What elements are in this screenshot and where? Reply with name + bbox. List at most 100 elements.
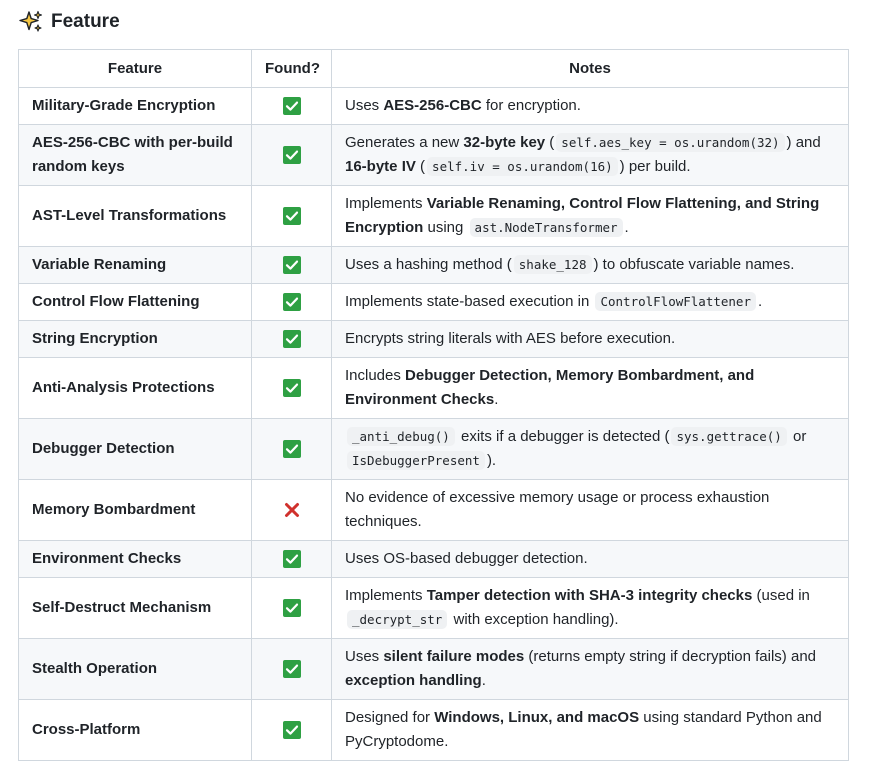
found-cell xyxy=(251,283,332,321)
notes-bold: 32-byte key xyxy=(463,134,546,151)
notes-text: Designed for xyxy=(345,709,435,726)
notes-cell: Generates a new 32-byte key (self.aes_ke… xyxy=(331,124,849,186)
table-body: Military-Grade Encryption Uses AES-256-CB… xyxy=(18,87,849,761)
notes-code: sys.gettrace() xyxy=(671,427,787,446)
check-mark-icon xyxy=(282,256,301,275)
found-cell xyxy=(251,479,332,541)
found-cell xyxy=(251,124,332,186)
feature-cell: Self-Destruct Mechanism xyxy=(18,577,252,639)
found-cell xyxy=(251,540,332,578)
feature-cell: Memory Bombardment xyxy=(18,479,252,541)
notes-text: (returns empty string if decryption fail… xyxy=(524,648,817,665)
notes-text: ). xyxy=(486,452,497,469)
notes-cell: Implements Variable Renaming, Control Fl… xyxy=(331,185,849,247)
notes-text: No evidence of excessive memory usage or… xyxy=(345,489,770,530)
notes-text: Encrypts string literals with AES before… xyxy=(345,330,676,347)
notes-cell: Encrypts string literals with AES before… xyxy=(331,320,849,358)
notes-bold: 16-byte IV xyxy=(345,158,416,175)
notes-code: ast.NodeTransformer xyxy=(469,218,623,237)
notes-code: ControlFlowFlattener xyxy=(595,292,756,311)
cross-mark-icon xyxy=(283,501,301,519)
notes-cell: Uses a hashing method (shake_128) to obf… xyxy=(331,246,849,284)
feature-cell: AES-256-CBC with per-build random keys xyxy=(18,124,252,186)
found-cell xyxy=(251,246,332,284)
table-row: Variable Renaming Uses a hashing method (… xyxy=(18,246,849,284)
found-cell xyxy=(251,638,332,700)
table-row: Environment Checks Uses OS-based debugger… xyxy=(18,540,849,578)
feature-cell: Control Flow Flattening xyxy=(18,283,252,321)
notes-text: ) to obfuscate variable names. xyxy=(593,256,795,273)
notes-text: using xyxy=(423,219,468,236)
feature-cell: String Encryption xyxy=(18,320,252,358)
notes-text: or xyxy=(788,428,807,445)
feature-table: Feature Found? Notes Military-Grade Encr… xyxy=(18,49,849,761)
check-mark-icon xyxy=(282,293,301,312)
notes-bold: exception handling xyxy=(345,672,482,689)
check-mark-icon xyxy=(282,97,301,116)
notes-text: Generates a new xyxy=(345,134,464,151)
notes-bold: Debugger Detection, Memory Bombardment, … xyxy=(345,367,755,408)
table-header-row: Feature Found? Notes xyxy=(18,49,849,88)
check-mark-icon xyxy=(282,660,301,679)
notes-text: Implements xyxy=(345,195,427,212)
notes-bold: Tamper detection with SHA-3 integrity ch… xyxy=(426,587,753,604)
notes-text: ) per build. xyxy=(619,158,691,175)
notes-bold: Windows, Linux, and macOS xyxy=(434,709,640,726)
table-row: Debugger Detection _anti_debug() exits if… xyxy=(18,418,849,480)
notes-text: Implements xyxy=(345,587,427,604)
notes-cell: Implements Tamper detection with SHA-3 i… xyxy=(331,577,849,639)
column-header-notes: Notes xyxy=(331,49,849,88)
found-cell xyxy=(251,418,332,480)
notes-bold: AES-256-CBC xyxy=(383,97,482,114)
feature-cell: Environment Checks xyxy=(18,540,252,578)
feature-cell: Variable Renaming xyxy=(18,246,252,284)
notes-text: Uses a hashing method ( xyxy=(345,256,512,273)
heading-title: Feature xyxy=(51,11,120,32)
notes-code: self.iv = os.urandom(16) xyxy=(427,157,618,176)
notes-text: . xyxy=(624,219,629,236)
table-row: Cross-Platform Designed for Windows, Linu… xyxy=(18,699,849,761)
notes-text: . xyxy=(494,391,499,408)
table-row: Control Flow Flattening Implements state-… xyxy=(18,283,849,321)
notes-code: _anti_debug() xyxy=(347,427,455,446)
found-cell xyxy=(251,699,332,761)
check-mark-icon xyxy=(282,440,301,459)
notes-cell: No evidence of excessive memory usage or… xyxy=(331,479,849,541)
notes-text: Uses xyxy=(345,648,384,665)
notes-cell: _anti_debug() exits if a debugger is det… xyxy=(331,418,849,480)
notes-cell: Designed for Windows, Linux, and macOS u… xyxy=(331,699,849,761)
notes-text: Includes xyxy=(345,367,406,384)
feature-cell: Debugger Detection xyxy=(18,418,252,480)
table-row: Stealth Operation Uses silent failure mod… xyxy=(18,638,849,700)
check-mark-icon xyxy=(282,550,301,569)
check-mark-icon xyxy=(282,330,301,349)
notes-text: Implements state-based execution in xyxy=(345,293,594,310)
table-row: AST-Level Transformations Implements Vari… xyxy=(18,185,849,247)
table-row: Memory Bombardment No evidence of excessi… xyxy=(18,479,849,541)
notes-cell: Includes Debugger Detection, Memory Bomb… xyxy=(331,357,849,419)
check-mark-icon xyxy=(282,146,301,165)
column-header-found: Found? xyxy=(251,49,332,88)
notes-cell: Uses AES-256-CBC for encryption. xyxy=(331,87,849,125)
notes-bold: silent failure modes xyxy=(383,648,525,665)
notes-code: IsDebuggerPresent xyxy=(347,451,485,470)
notes-text: ( xyxy=(545,134,555,151)
notes-code: _decrypt_str xyxy=(347,610,448,629)
feature-cell: Stealth Operation xyxy=(18,638,252,700)
notes-code: shake_128 xyxy=(513,255,592,274)
found-cell xyxy=(251,357,332,419)
table-row: Military-Grade Encryption Uses AES-256-CB… xyxy=(18,87,849,125)
notes-text: for encryption. xyxy=(481,97,581,114)
table-row: Anti-Analysis Protections Includes Debugg… xyxy=(18,357,849,419)
notes-text: exits if a debugger is detected ( xyxy=(456,428,670,445)
notes-text: ) and xyxy=(786,134,821,151)
table-row: Self-Destruct Mechanism Implements Tamper… xyxy=(18,577,849,639)
notes-text: ( xyxy=(415,158,426,175)
found-cell xyxy=(251,320,332,358)
notes-cell: Implements state-based execution in Cont… xyxy=(331,283,849,321)
notes-code: self.aes_key = os.urandom(32) xyxy=(556,133,785,152)
feature-cell: Anti-Analysis Protections xyxy=(18,357,252,419)
column-header-feature: Feature xyxy=(18,49,252,88)
found-cell xyxy=(251,87,332,125)
page: Feature Feature Found? Notes Military-Gr… xyxy=(0,0,869,774)
